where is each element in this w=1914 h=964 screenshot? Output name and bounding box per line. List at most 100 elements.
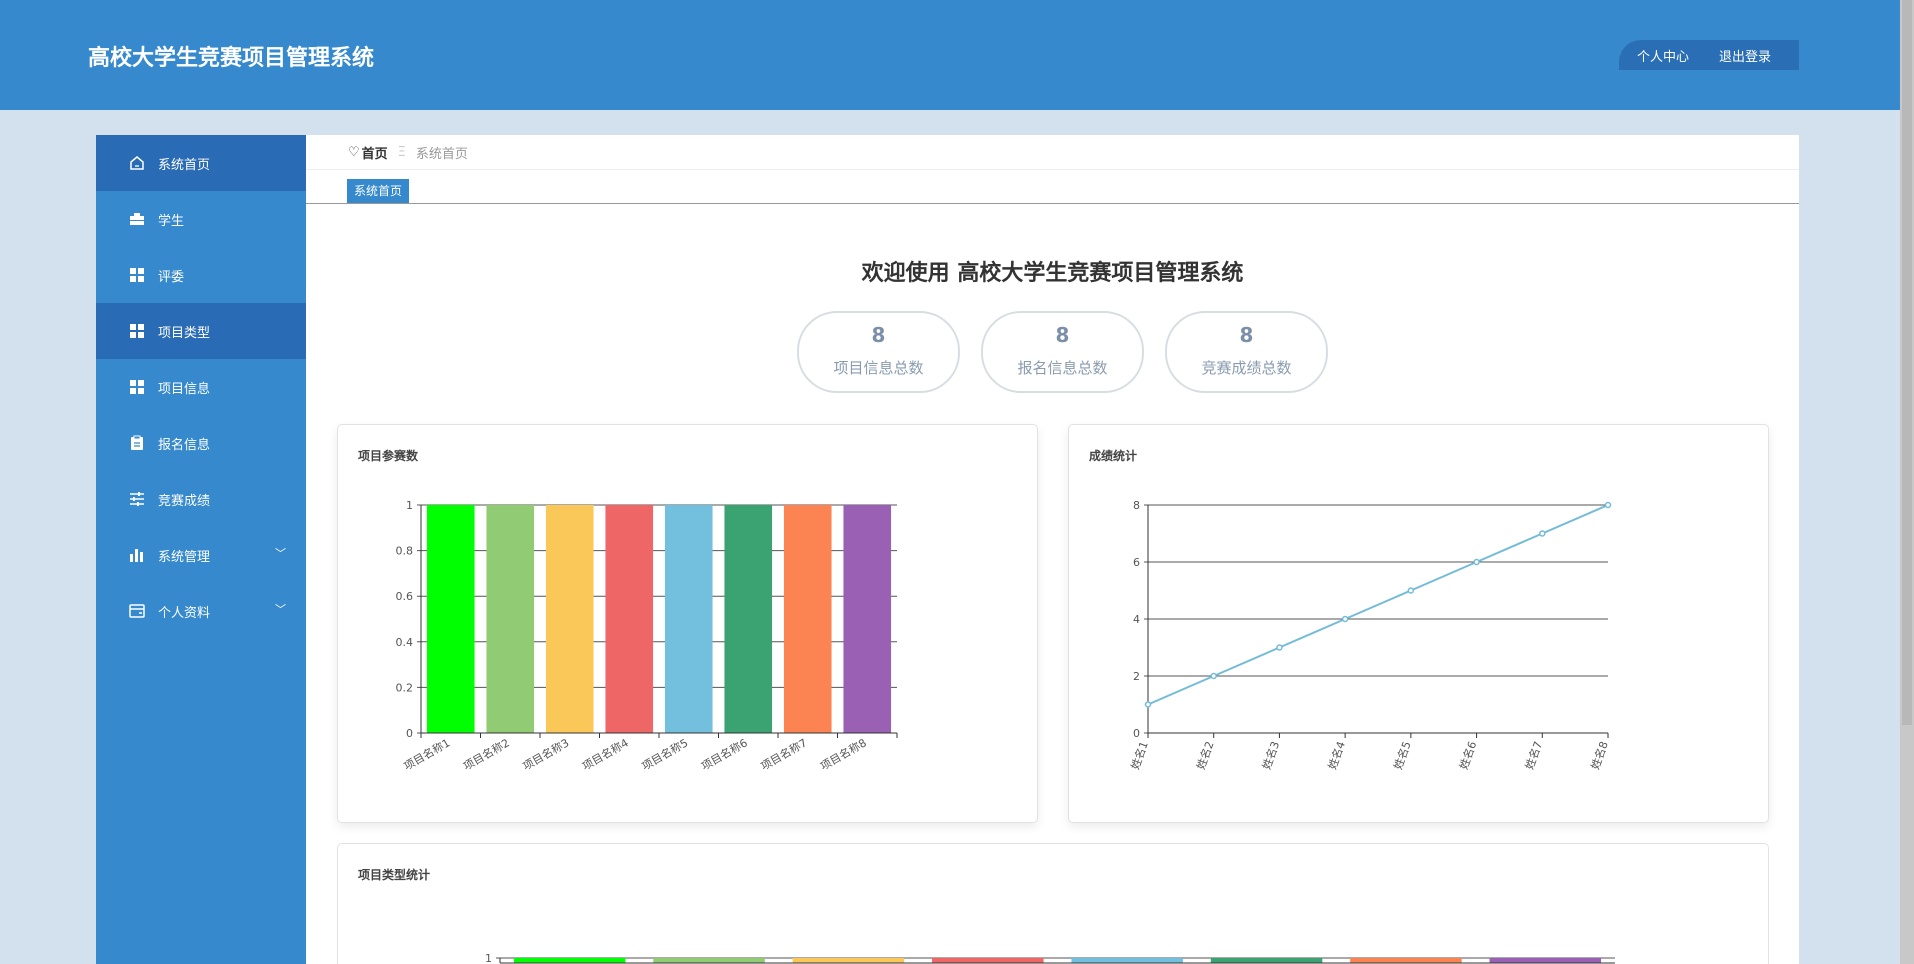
y-tick-label: 0 — [406, 727, 413, 740]
stats-row: 8项目信息总数 8报名信息总数 8 竞赛成绩总数 — [306, 311, 1799, 393]
line-chart-scores: 02468姓名1姓名2姓名3姓名4姓名5姓名6姓名7姓名8 — [1069, 425, 1768, 822]
grid-icon — [128, 378, 146, 396]
sidebar-item-label: 学生 — [158, 210, 184, 229]
bar-chart-types: 1 — [338, 844, 1768, 964]
bar-chart-icon — [128, 546, 146, 564]
x-tick-label: 姓名6 — [1456, 739, 1479, 771]
top-header: 高校大学生竞赛项目管理系统 个人中心 退出登录 — [0, 0, 1900, 110]
data-point — [1146, 702, 1151, 707]
sidebar-item-6[interactable]: 竞赛成绩 — [96, 471, 306, 527]
scrollbar-thumb[interactable] — [1902, 0, 1912, 725]
y-tick-label: 0.6 — [396, 590, 414, 603]
data-point — [1408, 588, 1413, 593]
x-tick-label: 姓名5 — [1391, 739, 1414, 771]
stat-label: 竞赛成绩总数 — [1167, 357, 1326, 378]
stat-signup-count: 8报名信息总数 — [981, 311, 1144, 393]
sidebar-item-7[interactable]: 系统管理 ﹀ — [96, 527, 306, 583]
app-title: 高校大学生竞赛项目管理系统 — [88, 40, 374, 72]
x-tick-label: 姓名7 — [1522, 739, 1545, 771]
bar — [843, 505, 891, 733]
sidebar-item-8[interactable]: 个人资料 ﹀ — [96, 583, 306, 639]
stat-project-count: 8项目信息总数 — [797, 311, 960, 393]
bar — [605, 505, 653, 733]
sidebar-item-1[interactable]: 学生 — [96, 191, 306, 247]
sidebar-item-label: 项目类型 — [158, 322, 210, 341]
sidebar: 系统首页学生评委项目类型项目信息报名信息竞赛成绩系统管理 ﹀ 个人资料 ﹀ — [96, 135, 306, 964]
breadcrumb-current: 系统首页 — [416, 143, 468, 162]
stat-label: 项目信息总数 — [799, 357, 958, 378]
bar — [1071, 958, 1183, 963]
x-tick-label: 项目名称2 — [461, 735, 512, 773]
chevron-down-icon[interactable]: ﹀ — [275, 601, 286, 617]
page-scrollbar[interactable] — [1900, 0, 1914, 964]
x-tick-label: 项目名称8 — [818, 735, 869, 773]
briefcase-icon — [128, 210, 146, 228]
chart-card-types: 项目类型统计 1 — [337, 843, 1769, 964]
chevron-down-icon[interactable]: ﹀ — [275, 545, 286, 561]
data-point — [1343, 617, 1348, 622]
y-tick-label: 8 — [1133, 499, 1140, 512]
y-tick-label: 0.4 — [396, 636, 414, 649]
sidebar-item-label: 报名信息 — [158, 434, 210, 453]
x-tick-label: 姓名2 — [1193, 739, 1216, 771]
y-tick-label: 6 — [1133, 556, 1140, 569]
clipboard-icon — [128, 434, 146, 452]
sliders-icon — [128, 490, 146, 508]
series-line — [1148, 505, 1608, 705]
profile-link[interactable]: 个人中心 — [1637, 46, 1689, 65]
sidebar-item-0[interactable]: 系统首页 — [96, 135, 306, 191]
home-icon — [128, 154, 146, 172]
chart-card-participants: 项目参赛数 00.20.40.60.81项目名称1项目名称2项目名称3项目名称4… — [337, 424, 1038, 823]
main-content: ♡ 首页 Ξ 系统首页 系统首页 欢迎使用 高校大学生竞赛项目管理系统 8项目信… — [306, 135, 1799, 964]
heart-icon: ♡ — [348, 145, 360, 160]
data-point — [1211, 674, 1216, 679]
x-tick-label: 项目名称1 — [401, 735, 452, 773]
data-point — [1277, 645, 1282, 650]
sidebar-item-label: 个人资料 — [158, 602, 210, 621]
bar — [784, 505, 832, 733]
x-tick-label: 项目名称6 — [699, 735, 750, 773]
logout-link[interactable]: 退出登录 — [1719, 46, 1771, 65]
sidebar-item-label: 评委 — [158, 266, 184, 285]
sidebar-item-5[interactable]: 报名信息 — [96, 415, 306, 471]
stat-value: 8 — [1167, 323, 1326, 347]
bar — [1350, 958, 1462, 963]
sidebar-item-label: 系统管理 — [158, 546, 210, 565]
y-tick-label: 0.2 — [396, 681, 414, 694]
data-point — [1474, 560, 1479, 565]
x-tick-label: 姓名1 — [1128, 739, 1151, 771]
bar — [1490, 958, 1602, 963]
sidebar-item-2[interactable]: 评委 — [96, 247, 306, 303]
x-tick-label: 项目名称5 — [639, 735, 690, 773]
stat-score-count: 8 竞赛成绩总数 — [1165, 311, 1328, 393]
y-tick-label: 0 — [1133, 727, 1140, 740]
tab-home[interactable]: 系统首页 — [347, 179, 409, 203]
x-tick-label: 项目名称4 — [580, 735, 631, 773]
bar — [793, 958, 905, 963]
breadcrumb-separator: Ξ — [398, 145, 406, 160]
chart-title: 项目类型统计 — [358, 866, 430, 883]
sidebar-item-3[interactable]: 项目类型 — [96, 303, 306, 359]
data-point — [1540, 531, 1545, 536]
x-tick-label: 姓名3 — [1259, 739, 1282, 771]
sidebar-item-label: 竞赛成绩 — [158, 490, 210, 509]
chart-title: 项目参赛数 — [358, 447, 418, 464]
bar — [546, 505, 594, 733]
grid-icon — [128, 266, 146, 284]
y-tick-label: 0.8 — [396, 545, 414, 558]
breadcrumb-home[interactable]: 首页 — [362, 143, 388, 162]
bar — [932, 958, 1044, 963]
chart-title: 成绩统计 — [1089, 447, 1137, 464]
x-tick-label: 项目名称7 — [758, 735, 809, 773]
x-tick-label: 姓名8 — [1588, 739, 1611, 771]
header-actions: 个人中心 退出登录 — [1619, 40, 1799, 70]
welcome-title: 欢迎使用 高校大学生竞赛项目管理系统 — [306, 255, 1799, 287]
bar — [514, 958, 626, 963]
bar-chart-participants: 00.20.40.60.81项目名称1项目名称2项目名称3项目名称4项目名称5项… — [338, 425, 1037, 822]
breadcrumb: ♡ 首页 Ξ 系统首页 — [306, 135, 1799, 170]
bar — [1211, 958, 1323, 963]
sidebar-item-4[interactable]: 项目信息 — [96, 359, 306, 415]
y-tick-label: 1 — [406, 499, 413, 512]
y-tick-label: 4 — [1133, 613, 1140, 626]
chart-card-scores: 成绩统计 02468姓名1姓名2姓名3姓名4姓名5姓名6姓名7姓名8 — [1068, 424, 1769, 823]
